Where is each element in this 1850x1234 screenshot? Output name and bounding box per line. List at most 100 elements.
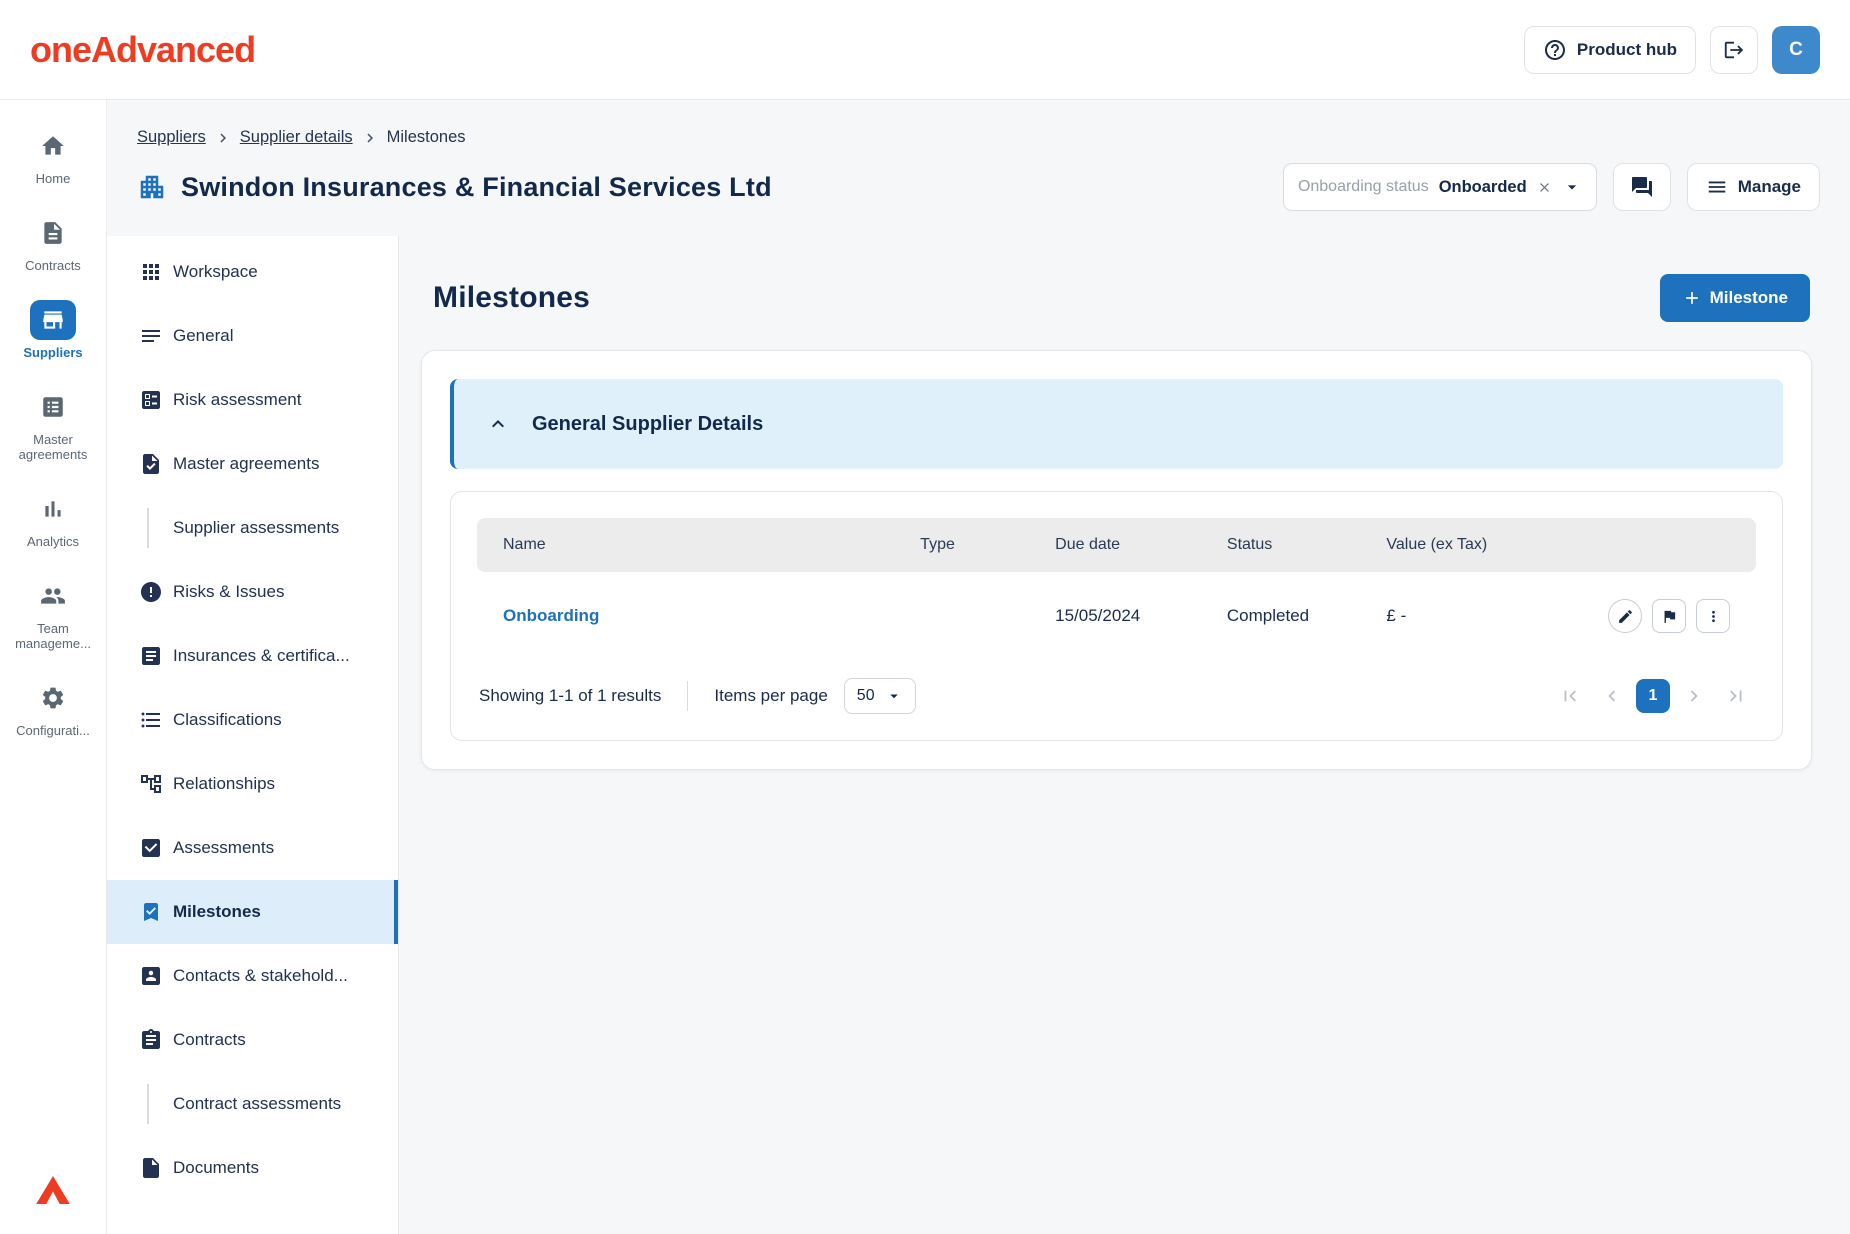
- top-bar: oneAdvanced Product hub C: [0, 0, 1850, 100]
- table-header-row: Name Type Due date Status Value (ex Tax): [477, 518, 1756, 572]
- rail-item-team-management[interactable]: Team manageme...: [0, 568, 106, 660]
- milestone-status: Completed: [1227, 606, 1387, 626]
- results-count: Showing 1-1 of 1 results: [479, 686, 661, 706]
- risk-assessment-icon: [139, 388, 163, 412]
- breadcrumb-supplier-details[interactable]: Supplier details: [240, 128, 353, 147]
- column-header-name: Name: [503, 536, 920, 554]
- user-avatar[interactable]: C: [1772, 26, 1820, 74]
- footer-divider: [687, 681, 688, 711]
- sidebar-item-documents[interactable]: Documents: [107, 1136, 398, 1200]
- column-header-status: Status: [1227, 536, 1387, 554]
- one-advanced-logo[interactable]: oneAdvanced: [30, 29, 255, 71]
- milestone-due-date: 15/05/2024: [1055, 606, 1227, 626]
- contracts-icon: [30, 213, 76, 253]
- clear-status-icon[interactable]: [1537, 180, 1552, 195]
- pagination: 1: [1552, 678, 1754, 714]
- sidebar-item-risks-issues[interactable]: Risks & Issues: [107, 560, 398, 624]
- sidebar-item-contract-assessments[interactable]: Contract assessments: [107, 1072, 398, 1136]
- row-actions: [1546, 599, 1730, 633]
- master-agreements-icon: [30, 387, 76, 427]
- sidebar-item-relationships[interactable]: Relationships: [107, 752, 398, 816]
- sidebar-item-contracts[interactable]: Contracts: [107, 1008, 398, 1072]
- chevron-down-icon: [885, 687, 903, 705]
- sidebar-item-insurances[interactable]: Insurances & certifica...: [107, 624, 398, 688]
- sidebar-item-classifications[interactable]: Classifications: [107, 688, 398, 752]
- manage-button[interactable]: Manage: [1687, 163, 1820, 211]
- column-header-type: Type: [920, 536, 1055, 554]
- logout-icon: [1723, 39, 1745, 61]
- sidebar-item-workspace[interactable]: Workspace: [107, 240, 398, 304]
- rail-item-configuration[interactable]: Configurati...: [0, 670, 106, 747]
- first-page-button[interactable]: [1552, 678, 1588, 714]
- team-management-icon: [30, 576, 76, 616]
- add-milestone-button[interactable]: Milestone: [1660, 274, 1810, 322]
- kebab-menu-icon: [1705, 608, 1722, 625]
- advanced-logo-icon: [36, 1176, 70, 1204]
- page-title: Milestones: [433, 281, 590, 315]
- milestones-title-row: Milestones Milestone: [421, 274, 1812, 322]
- primary-nav-rail: Home Contracts Suppliers Master agreemen…: [0, 100, 107, 1234]
- suppliers-icon: [30, 300, 76, 340]
- milestone-value: £ -: [1386, 606, 1546, 626]
- comments-button[interactable]: [1613, 163, 1671, 211]
- indent-divider: [147, 1084, 149, 1124]
- edit-milestone-button[interactable]: [1608, 599, 1642, 633]
- supplier-title-row: Swindon Insurances & Financial Services …: [137, 163, 1820, 211]
- sidebar-item-supplier-assessments[interactable]: Supplier assessments: [107, 496, 398, 560]
- sidebar-item-general[interactable]: General: [107, 304, 398, 368]
- indent-divider: [147, 508, 149, 548]
- main-content: Milestones Milestone General Supplier De…: [399, 236, 1850, 1234]
- breadcrumb-suppliers[interactable]: Suppliers: [137, 128, 206, 147]
- supplier-section-sidebar: Workspace General Risk assessment Master…: [107, 236, 399, 1234]
- classifications-icon: [139, 708, 163, 732]
- rail-item-suppliers[interactable]: Suppliers: [0, 292, 106, 369]
- plus-icon: [1682, 288, 1702, 308]
- analytics-icon: [30, 489, 76, 529]
- master-agreements-doc-icon: [139, 452, 163, 476]
- breadcrumb: Suppliers Supplier details Milestones: [137, 128, 1820, 147]
- table-row: Onboarding 15/05/2024 Completed £ -: [477, 572, 1756, 660]
- row-more-button[interactable]: [1696, 599, 1730, 633]
- chevron-right-icon: [361, 129, 379, 147]
- table-footer: Showing 1-1 of 1 results Items per page …: [477, 678, 1756, 714]
- flag-milestone-button[interactable]: [1652, 599, 1686, 633]
- rail-item-master-agreements[interactable]: Master agreements: [0, 379, 106, 471]
- chevron-up-icon: [486, 412, 510, 436]
- section-title: General Supplier Details: [532, 413, 763, 436]
- edit-icon: [1617, 608, 1634, 625]
- collapse-section-button[interactable]: [486, 412, 510, 436]
- sidebar-item-risk-assessment[interactable]: Risk assessment: [107, 368, 398, 432]
- sidebar-item-assessments[interactable]: Assessments: [107, 816, 398, 880]
- next-page-button[interactable]: [1676, 678, 1712, 714]
- risks-issues-icon: [139, 580, 163, 604]
- insurances-icon: [139, 644, 163, 668]
- logout-button[interactable]: [1710, 26, 1758, 74]
- general-icon: [139, 324, 163, 348]
- last-page-button[interactable]: [1718, 678, 1754, 714]
- onboarding-status-filter[interactable]: Onboarding status Onboarded: [1283, 163, 1597, 211]
- next-page-icon: [1683, 685, 1705, 707]
- rail-item-analytics[interactable]: Analytics: [0, 481, 106, 558]
- items-per-page-select[interactable]: 50: [844, 678, 916, 714]
- milestones-table: Name Type Due date Status Value (ex Tax)…: [450, 491, 1783, 741]
- milestone-name-link[interactable]: Onboarding: [503, 606, 599, 625]
- sidebar-item-milestones[interactable]: Milestones: [107, 880, 398, 944]
- rail-item-home[interactable]: Home: [0, 118, 106, 195]
- prev-page-button[interactable]: [1594, 678, 1630, 714]
- configuration-icon: [30, 678, 76, 718]
- sidebar-item-contacts-stakeholders[interactable]: Contacts & stakehold...: [107, 944, 398, 1008]
- prev-page-icon: [1601, 685, 1623, 707]
- assessments-icon: [139, 836, 163, 860]
- product-hub-button[interactable]: Product hub: [1524, 26, 1696, 74]
- contracts-doc-icon: [139, 1028, 163, 1052]
- column-header-value: Value (ex Tax): [1386, 536, 1546, 554]
- home-icon: [30, 126, 76, 166]
- general-supplier-details-section[interactable]: General Supplier Details: [450, 379, 1783, 469]
- topbar-actions: Product hub C: [1524, 26, 1820, 74]
- workspace-icon: [139, 260, 163, 284]
- rail-item-contracts[interactable]: Contracts: [0, 205, 106, 282]
- supplier-name: Swindon Insurances & Financial Services …: [181, 172, 772, 203]
- page-1-button[interactable]: 1: [1636, 679, 1670, 713]
- breadcrumb-current: Milestones: [387, 128, 466, 147]
- sidebar-item-master-agreements[interactable]: Master agreements: [107, 432, 398, 496]
